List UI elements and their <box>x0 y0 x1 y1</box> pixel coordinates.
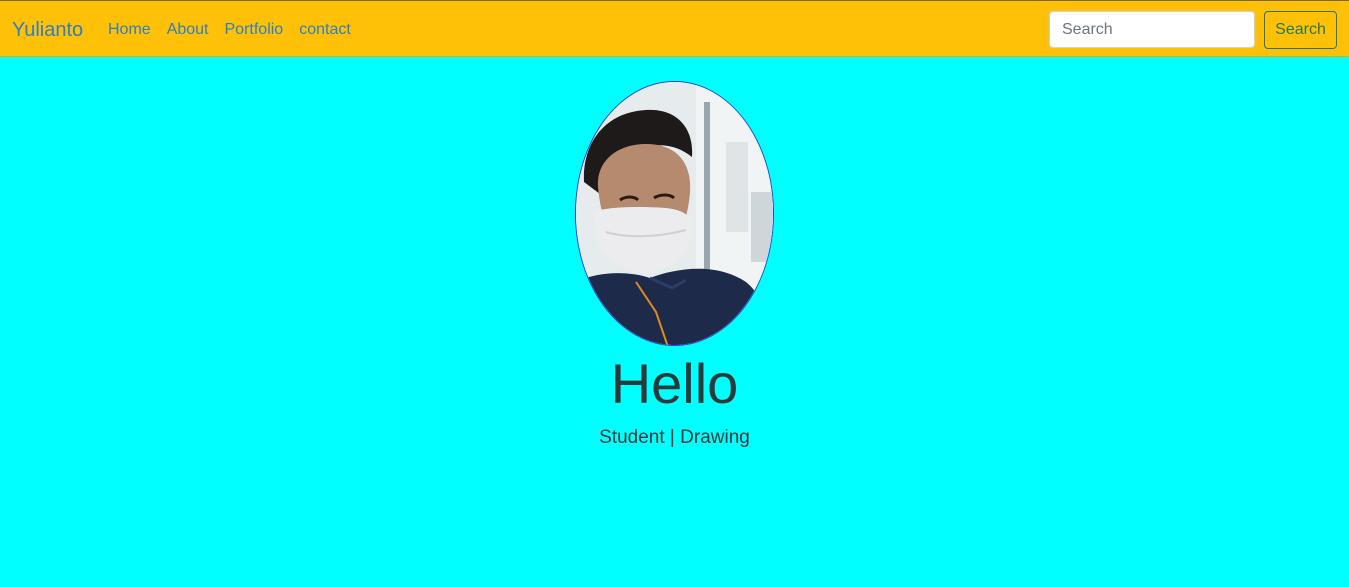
nav-link-about[interactable]: About <box>167 20 209 40</box>
profile-photo <box>576 82 773 345</box>
hero-title: Hello <box>610 352 739 415</box>
nav-link-portfolio[interactable]: Portfolio <box>225 20 284 40</box>
nav-link-home[interactable]: Home <box>108 20 151 40</box>
search-input[interactable] <box>1049 11 1255 48</box>
search-button[interactable]: Search <box>1264 11 1337 49</box>
hero-subtitle: Student | Drawing <box>599 427 750 448</box>
nav-link-contact[interactable]: contact <box>299 20 351 40</box>
brand-link[interactable]: Yulianto <box>12 18 83 42</box>
navbar: Yulianto Home About Portfolio contact Se… <box>0 0 1349 57</box>
avatar <box>575 81 774 346</box>
nav-links: Home About Portfolio contact <box>108 20 367 40</box>
